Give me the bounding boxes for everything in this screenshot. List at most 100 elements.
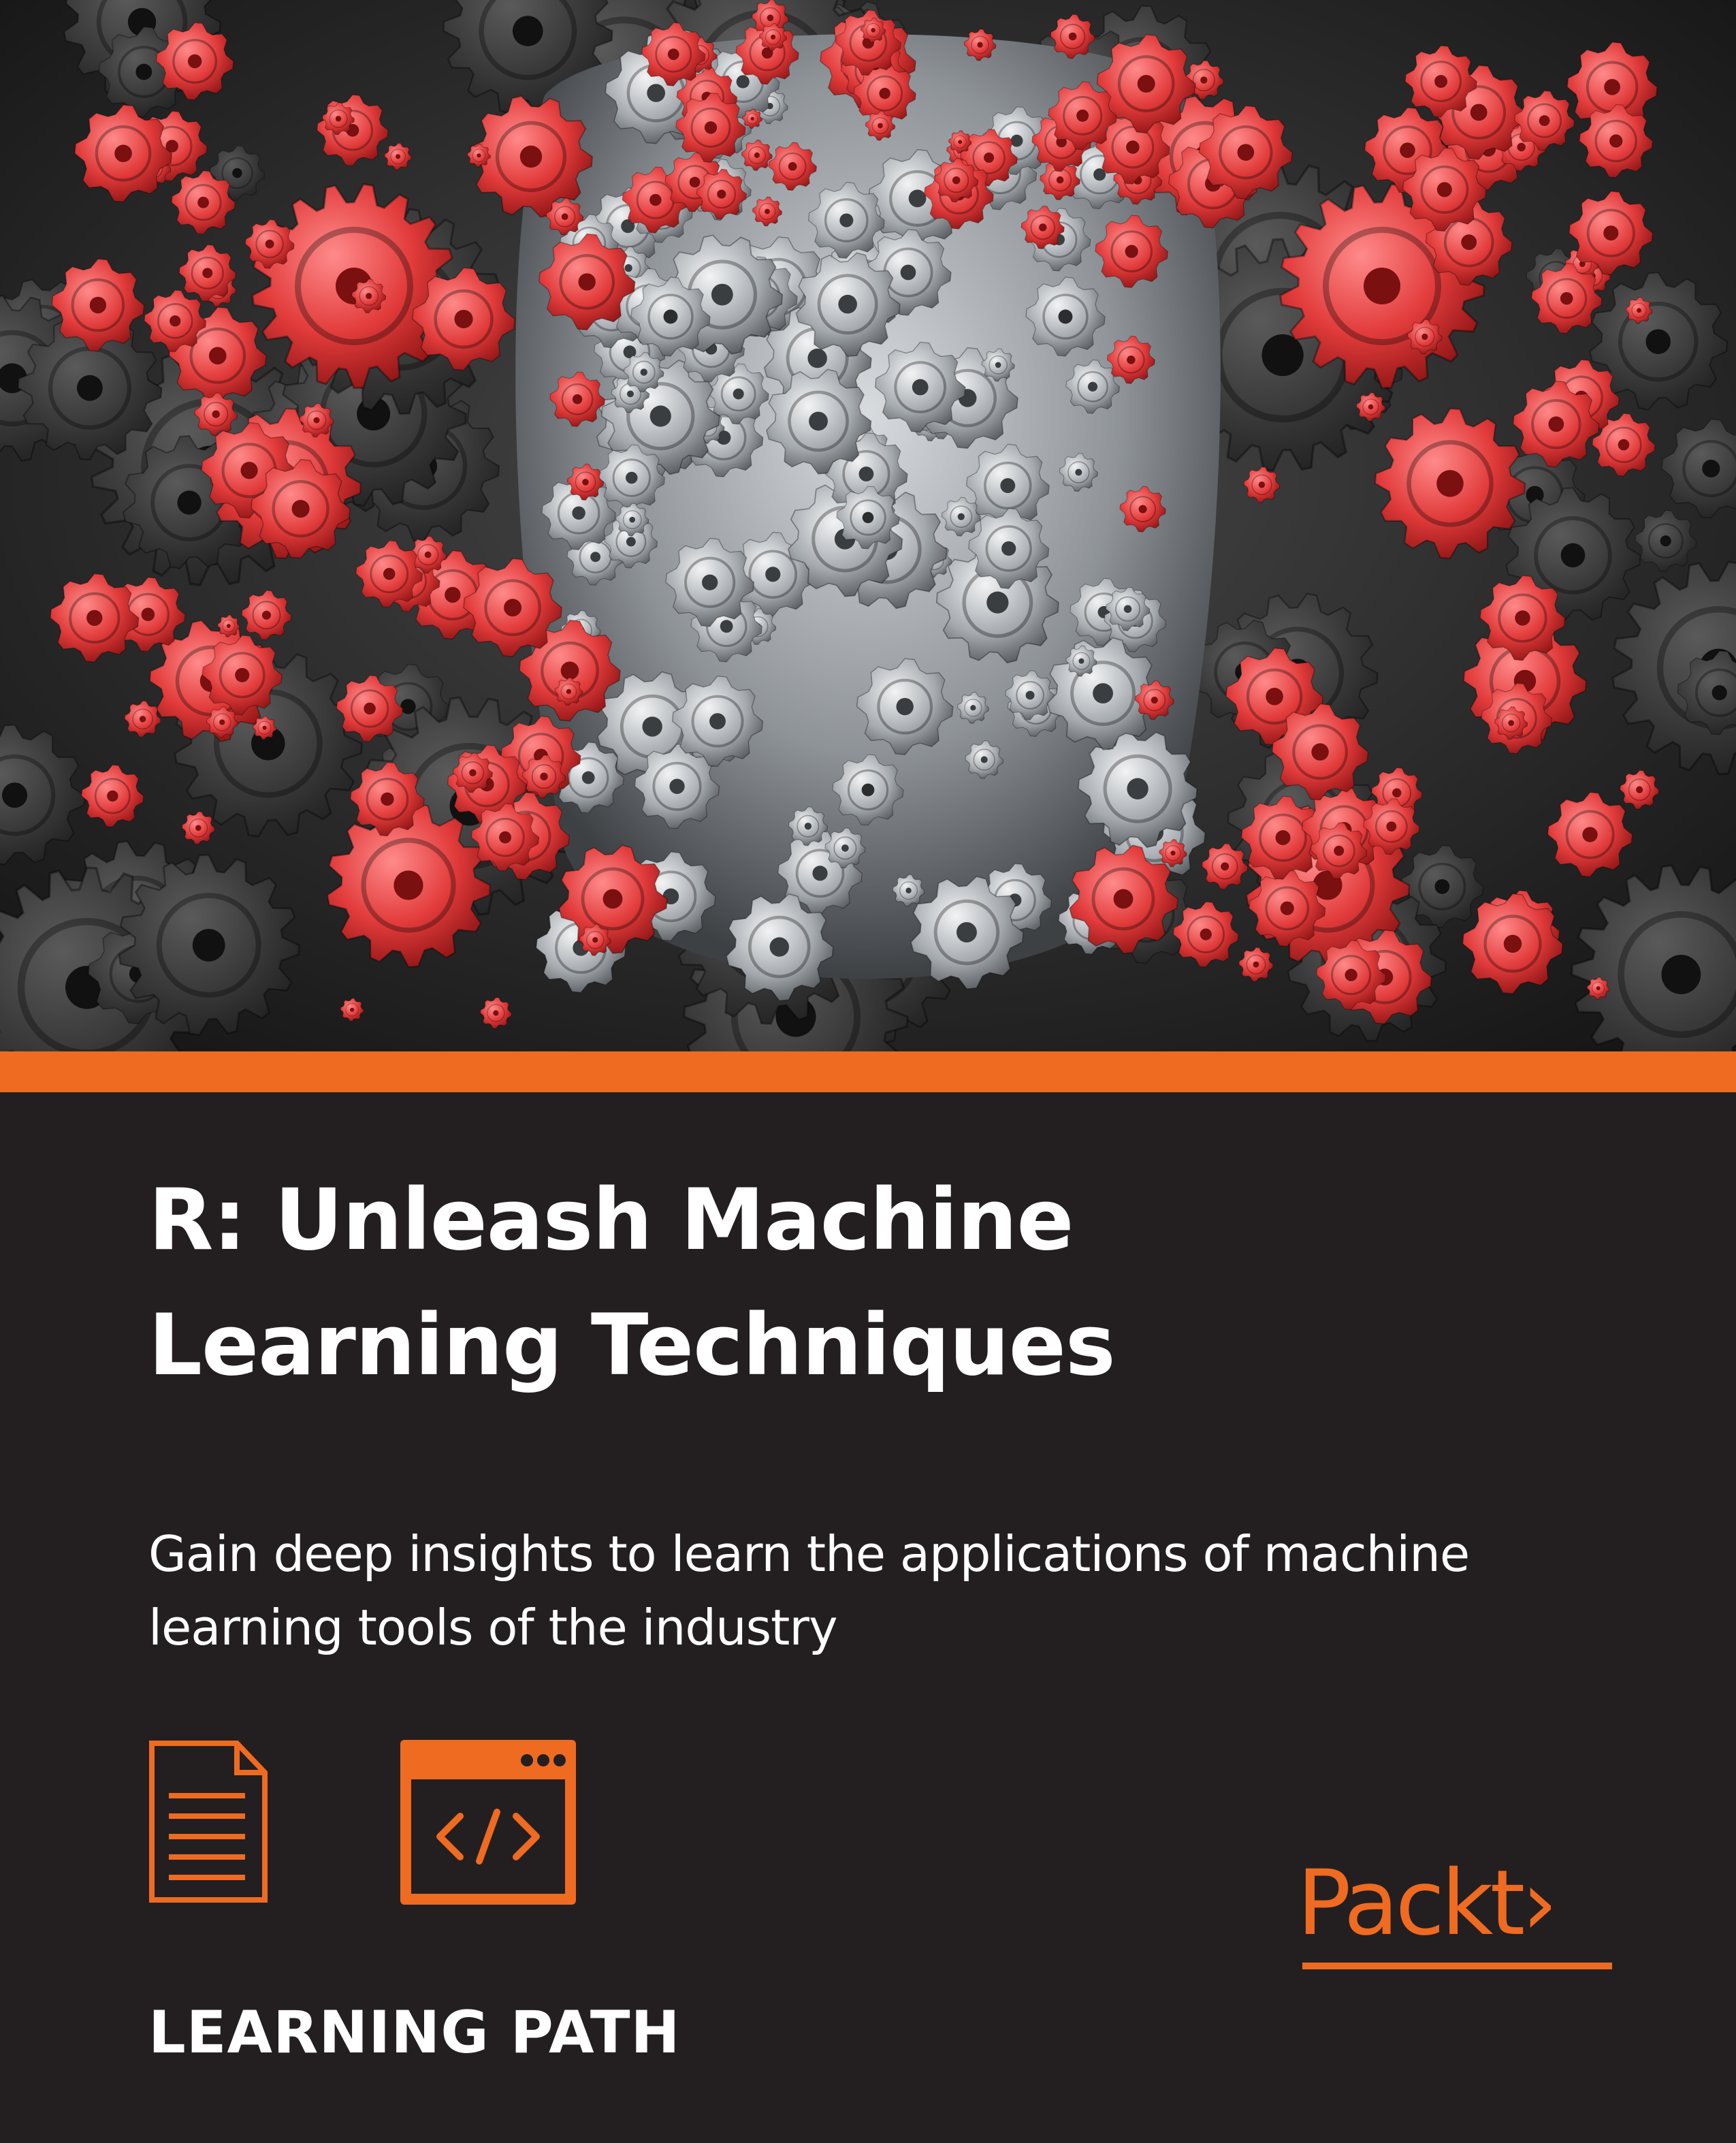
- gear-icon: [241, 590, 292, 641]
- gear-icon: [384, 142, 412, 171]
- gear-icon: [742, 108, 763, 129]
- gear-icon: [1202, 843, 1249, 890]
- gear-icon: [1238, 947, 1274, 982]
- gear-icon: [856, 658, 954, 755]
- gear-icon: [412, 267, 516, 371]
- gear-icon: [665, 537, 755, 627]
- gear-icon: [336, 675, 404, 742]
- gear-icon: [549, 371, 605, 428]
- gear-icon: [874, 341, 966, 433]
- gear-icon: [835, 10, 901, 76]
- gear-icon: [1065, 645, 1097, 677]
- gear-icon: [1316, 940, 1387, 1011]
- gear-icon: [171, 170, 236, 235]
- title-line-2: Learning Techniques: [148, 1297, 1116, 1395]
- gear-icon: [807, 182, 885, 259]
- gear-icon: [1586, 977, 1610, 1000]
- gear-icon: [965, 740, 1004, 779]
- gear-icon: [598, 444, 665, 511]
- gear-icon: [1095, 215, 1168, 288]
- gear-icon: [1271, 703, 1369, 801]
- gear-icon: [463, 558, 562, 658]
- gear-icon: [350, 761, 425, 837]
- gear-icon: [1579, 104, 1654, 178]
- cover-artwork: [0, 0, 1736, 1051]
- gear-icon: [1065, 359, 1120, 414]
- book-title: R: Unleash Machine Learning Techniques: [148, 1158, 1578, 1408]
- gear-icon: [1025, 276, 1106, 357]
- gear-icon: [824, 827, 866, 869]
- gear-icon: [1134, 680, 1174, 720]
- gear-icon: [1159, 839, 1187, 868]
- gear-icon: [144, 289, 207, 353]
- gear-icon: [1050, 14, 1095, 59]
- gear-icon: [1514, 90, 1575, 151]
- gear-icon: [1625, 296, 1653, 324]
- gear-icon: [1105, 586, 1151, 631]
- gear-icon: [615, 503, 649, 537]
- gear-icon: [860, 17, 886, 44]
- gear-icon: [124, 700, 161, 738]
- title-line-1: R: Unleash Machine: [148, 1171, 1074, 1269]
- gear-icon: [1059, 453, 1098, 492]
- gear-icon: [1119, 486, 1166, 533]
- gear-icon: [630, 276, 711, 357]
- gear-icon: [1407, 319, 1443, 355]
- gear-icon: [466, 143, 491, 168]
- gear-icon: [948, 130, 972, 154]
- gear-icon: [452, 752, 494, 793]
- gear-icon: [836, 486, 900, 550]
- gear-icon: [181, 811, 215, 845]
- gear-icon: [1048, 81, 1117, 150]
- gear-icon: [1249, 870, 1326, 947]
- gear-icon: [1198, 105, 1293, 200]
- gear-icon: [178, 244, 236, 302]
- gear-icon: [1363, 798, 1420, 855]
- book-subtitle: Gain deep insights to learn the applicat…: [148, 1517, 1612, 1664]
- gear-icon: [81, 764, 144, 828]
- gear-icon: [1513, 380, 1600, 468]
- gear-icon: [696, 168, 748, 220]
- gear-icon: [244, 219, 295, 269]
- gear-icon: [355, 540, 423, 608]
- gear-icon: [538, 233, 636, 331]
- gear-icon: [1005, 670, 1055, 720]
- gear-icon: [321, 102, 355, 136]
- gear-icon: [941, 496, 981, 537]
- gear-icon: [934, 158, 979, 203]
- gear-icon: [641, 22, 706, 86]
- gear-icon: [521, 755, 566, 799]
- gear-icon: [968, 507, 1050, 590]
- gear-icon: [1243, 466, 1281, 503]
- gear-icon: [1479, 575, 1566, 661]
- document-icon: [149, 1741, 268, 1903]
- gear-icon: [1462, 893, 1564, 995]
- gear-icon: [351, 279, 387, 314]
- gear-head-illustration: [0, 0, 1736, 1051]
- gear-icon: [892, 874, 925, 907]
- gear-icon: [1494, 706, 1528, 740]
- gear-icon: [981, 348, 1015, 382]
- gear-icon: [579, 923, 611, 956]
- gear-icon: [672, 676, 764, 767]
- gear-icon: [470, 803, 540, 872]
- gear-icon: [74, 104, 173, 203]
- gear-icon: [252, 715, 277, 740]
- publisher-glyph: ›: [1522, 1851, 1558, 1956]
- gear-icon: [217, 614, 240, 637]
- gear-icon: [788, 806, 829, 846]
- subtitle-line-2: learning tools of the industry: [148, 1599, 838, 1656]
- gear-icon: [1355, 392, 1386, 422]
- gear-icon: [340, 998, 364, 1022]
- gear-icon: [865, 110, 896, 141]
- book-cover: R: Unleash Machine Learning Techniques G…: [0, 0, 1736, 2143]
- gear-icon: [194, 392, 238, 436]
- gear-icon: [1635, 509, 1697, 572]
- gear-icon: [50, 573, 140, 663]
- series-label: LEARNING PATH: [148, 1999, 681, 2067]
- gear-icon: [480, 997, 512, 1030]
- publisher-underline: [1302, 1963, 1612, 1969]
- gear-icon: [299, 402, 334, 438]
- gear-icon: [206, 706, 238, 739]
- gear-icon: [1569, 191, 1654, 276]
